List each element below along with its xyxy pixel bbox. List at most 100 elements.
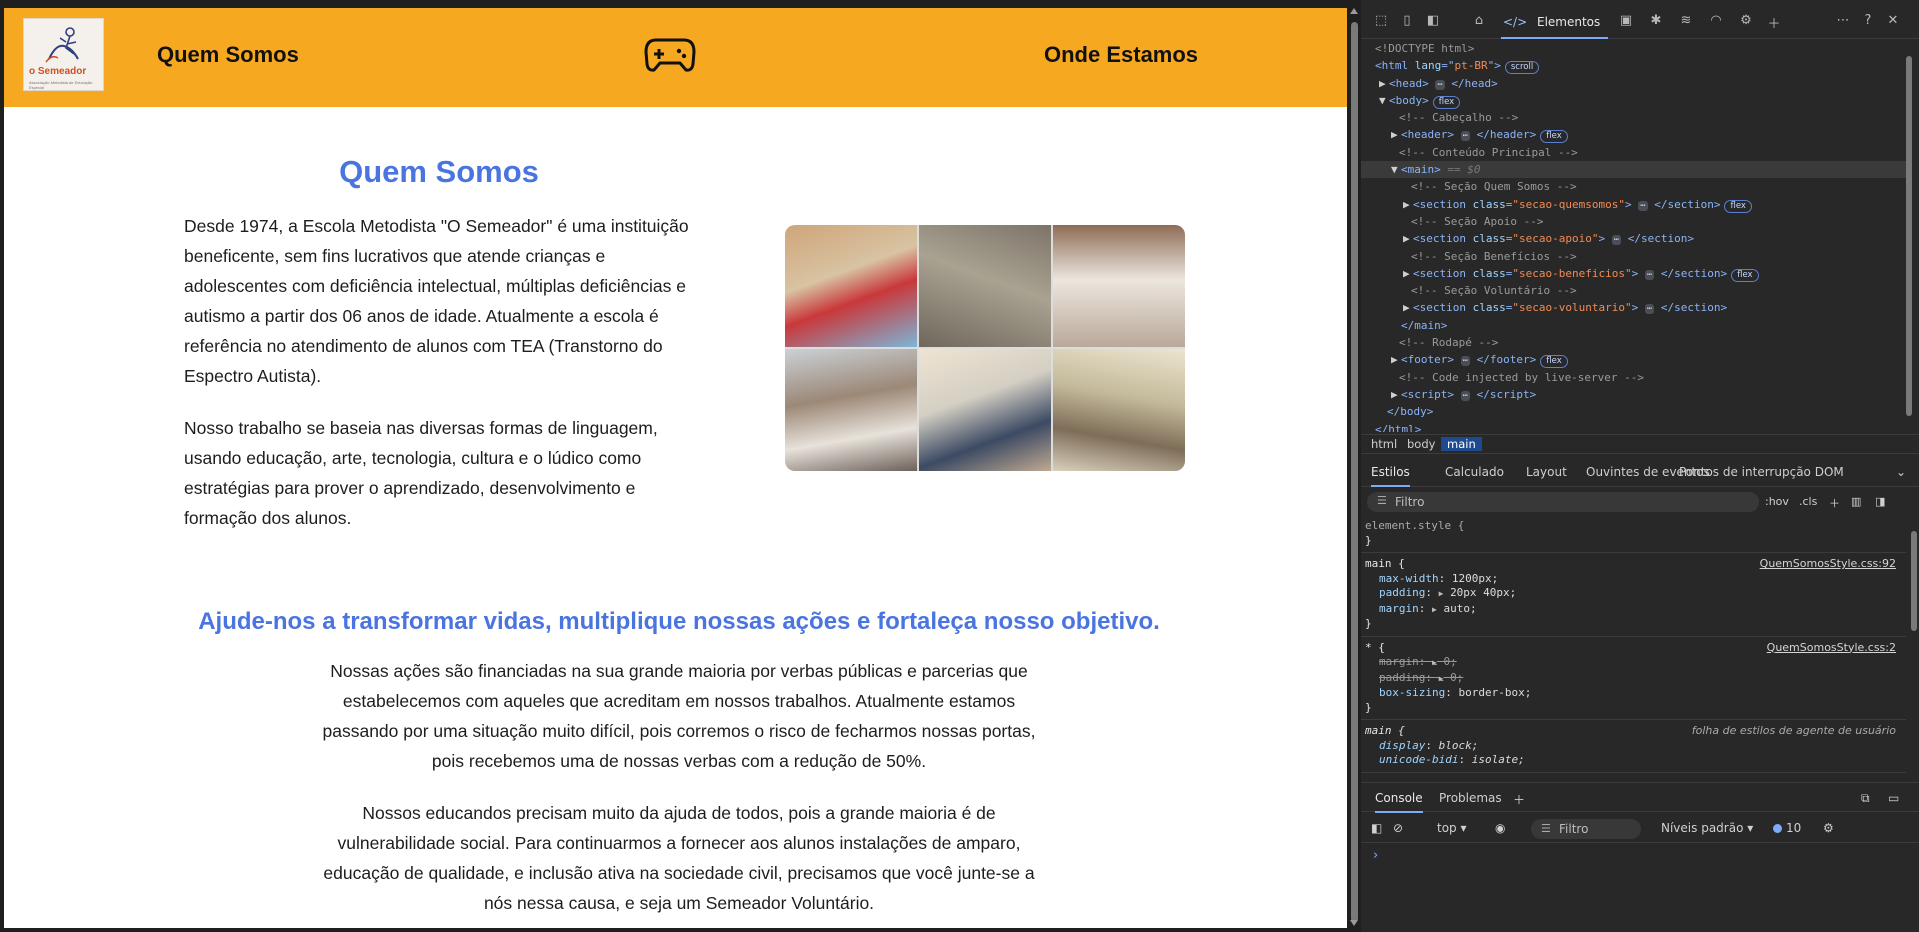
scrollbar-thumb[interactable]	[1351, 22, 1358, 922]
page-scrollbar[interactable]	[1347, 0, 1361, 932]
performance-icon[interactable]: ◠	[1706, 13, 1726, 31]
dom-comment[interactable]: <!-- Seção Quem Somos -->	[1361, 178, 1906, 195]
help-icon[interactable]: ?	[1858, 13, 1878, 31]
chevron-down-icon[interactable]: ⌄	[1896, 465, 1906, 479]
undock-icon[interactable]: ⧉	[1861, 791, 1870, 806]
dom-doctype[interactable]: <!DOCTYPE html>	[1361, 40, 1906, 57]
decl-margin-overridden[interactable]: margin: ▶ 0;	[1365, 655, 1900, 671]
dock-icon[interactable]: ◧	[1423, 13, 1443, 31]
sidebar-icon[interactable]: ◧	[1371, 821, 1382, 835]
flex-badge[interactable]: flex	[1731, 268, 1759, 282]
breadcrumb-main[interactable]: main	[1441, 437, 1482, 451]
nav-onde-estamos[interactable]: Onde Estamos	[1044, 42, 1198, 68]
flex-badge[interactable]: flex	[1540, 355, 1568, 369]
gamepad-icon[interactable]	[644, 34, 696, 74]
sidebar-toggle-icon[interactable]: ◨	[1875, 495, 1885, 508]
scroll-up-icon[interactable]	[1350, 8, 1358, 14]
dom-scrollbar-thumb[interactable]	[1906, 56, 1912, 416]
console-filter-input[interactable]: ☰ Filtro	[1531, 819, 1641, 839]
breadcrumb-body[interactable]: body	[1401, 437, 1441, 451]
decl-padding[interactable]: padding: ▶ 20px 40px;	[1365, 586, 1900, 602]
levels-select[interactable]: Níveis padrão ▾	[1661, 821, 1753, 835]
tab-pontos[interactable]: Pontos de interrupção DOM	[1679, 465, 1844, 479]
breadcrumb-html[interactable]: html	[1365, 437, 1403, 451]
hov-button[interactable]: :hov	[1765, 495, 1789, 508]
dom-main-close[interactable]: </main>	[1361, 317, 1906, 334]
decl-display[interactable]: display: block;	[1365, 739, 1900, 754]
tab-problemas[interactable]: Problemas	[1439, 791, 1502, 805]
close-icon[interactable]: ✕	[1883, 13, 1903, 31]
styles-scrollbar[interactable]	[1909, 515, 1919, 777]
more-options-icon[interactable]: ⋯	[1833, 13, 1853, 31]
dom-footer[interactable]: ▶ <footer> ⋯ </footer> flex	[1361, 351, 1906, 369]
decl-max-width[interactable]: max-width: 1200px;	[1365, 572, 1900, 587]
rule-user-agent[interactable]: main { folha de estilos de agente de usu…	[1361, 720, 1906, 773]
console-prompt[interactable]: ›	[1373, 848, 1378, 863]
message-count-badge[interactable]: 10	[1773, 821, 1801, 835]
cls-button[interactable]: .cls	[1799, 495, 1817, 508]
nav-quem-somos[interactable]: Quem Somos	[157, 42, 299, 68]
bug-icon[interactable]: ✱	[1646, 13, 1666, 31]
rule-element-style[interactable]: element.style { }	[1361, 515, 1906, 553]
clear-console-icon[interactable]: ⊘	[1393, 821, 1403, 835]
decl-margin[interactable]: margin: ▶ auto;	[1365, 602, 1900, 618]
dom-section-quemsomos[interactable]: ▶ <section class="secao-quemsomos"> ⋯ </s…	[1361, 196, 1906, 213]
eye-icon[interactable]: ◉	[1495, 821, 1505, 835]
dom-header[interactable]: ▶ <header> ⋯ </header> flex	[1361, 126, 1906, 144]
comment-text: <!-- Cabeçalho -->	[1399, 111, 1519, 125]
styles-scrollbar-thumb[interactable]	[1911, 531, 1917, 631]
scroll-badge[interactable]: scroll	[1504, 61, 1540, 75]
dom-script[interactable]: ▶ <script> ⋯ </script>	[1361, 386, 1906, 403]
rule-source-link[interactable]: QuemSomosStyle.css:2	[1767, 641, 1896, 656]
flex-badge[interactable]: flex	[1432, 95, 1461, 109]
add-panel-icon[interactable]: ＋	[1764, 13, 1784, 32]
dom-tree[interactable]: <!DOCTYPE html> <html lang="pt-BR"> scrol…	[1361, 40, 1906, 432]
dom-main-selected[interactable]: ▼ <main> == $0	[1361, 161, 1906, 179]
rule-universal[interactable]: * { QuemSomosStyle.css:2 margin: ▶ 0; pa…	[1361, 637, 1906, 720]
tab-console[interactable]: Console	[1375, 791, 1423, 813]
tab-elements[interactable]: </> Elementos	[1501, 7, 1608, 39]
dom-section-voluntario[interactable]: ▶ <section class="secao-voluntario"> ⋯ </…	[1361, 299, 1906, 316]
dom-body-close[interactable]: </body>	[1361, 403, 1906, 420]
rule-main[interactable]: main { QuemSomosStyle.css:92 max-width: …	[1361, 553, 1906, 637]
dom-comment[interactable]: <!-- Rodapé -->	[1361, 334, 1906, 351]
console-tab-icon[interactable]: ▣	[1616, 13, 1636, 31]
network-icon[interactable]: ≋	[1676, 13, 1696, 31]
inspect-icon[interactable]: ⬚	[1371, 13, 1391, 31]
new-rule-icon[interactable]: ＋	[1829, 495, 1840, 511]
dom-comment[interactable]: <!-- Code injected by live-server -->	[1361, 369, 1906, 386]
dom-section-beneficios[interactable]: ▶ <section class="secao-beneficios"> ⋯ </…	[1361, 265, 1906, 282]
dom-body[interactable]: ▼ <body> flex	[1361, 92, 1906, 109]
dom-comment[interactable]: <!-- Seção Benefícios -->	[1361, 248, 1906, 265]
rule-source-link[interactable]: QuemSomosStyle.css:92	[1760, 557, 1896, 572]
dom-html[interactable]: <html lang="pt-BR"> scroll	[1361, 57, 1906, 75]
context-select[interactable]: top ▾	[1437, 821, 1467, 835]
tab-calculado[interactable]: Calculado	[1445, 465, 1504, 479]
paint-icon[interactable]: ▥	[1851, 495, 1861, 508]
dom-comment[interactable]: <!-- Conteúdo Principal -->	[1361, 144, 1906, 161]
decl-unicode-bidi[interactable]: unicode-bidi: isolate;	[1365, 753, 1900, 768]
tab-estilos[interactable]: Estilos	[1371, 465, 1410, 487]
device-toggle-icon[interactable]: ▯	[1397, 13, 1417, 31]
flex-badge[interactable]: flex	[1724, 199, 1752, 213]
flex-badge[interactable]: flex	[1540, 130, 1568, 144]
settings-gear-icon[interactable]: ⚙	[1736, 13, 1756, 31]
decl-padding-overridden[interactable]: padding: ▶ 0;	[1365, 671, 1900, 687]
tab-layout[interactable]: Layout	[1526, 465, 1567, 479]
scroll-down-icon[interactable]	[1350, 920, 1358, 926]
dom-head[interactable]: ▶ <head> ⋯ </head>	[1361, 75, 1906, 92]
home-icon[interactable]: ⌂	[1469, 13, 1489, 31]
tab-elements-label: Elementos	[1537, 15, 1601, 29]
close-drawer-icon[interactable]: ▭	[1888, 791, 1899, 805]
logo[interactable]: o Semeador Associação Metodista de Educa…	[23, 18, 104, 91]
dom-scrollbar[interactable]	[1903, 40, 1913, 430]
styles-filter-input[interactable]: ☰ Filtro	[1367, 492, 1759, 512]
add-drawer-tab-icon[interactable]: ＋	[1513, 791, 1525, 808]
dom-comment[interactable]: <!-- Cabeçalho -->	[1361, 109, 1906, 126]
dom-html-close[interactable]: </html>	[1361, 421, 1906, 432]
console-settings-gear-icon[interactable]: ⚙	[1823, 821, 1834, 835]
dom-section-apoio[interactable]: ▶ <section class="secao-apoio"> ⋯ </secti…	[1361, 230, 1906, 247]
dom-comment[interactable]: <!-- Seção Voluntário -->	[1361, 282, 1906, 299]
decl-box-sizing[interactable]: box-sizing: border-box;	[1365, 686, 1900, 701]
dom-comment[interactable]: <!-- Seção Apoio -->	[1361, 213, 1906, 230]
